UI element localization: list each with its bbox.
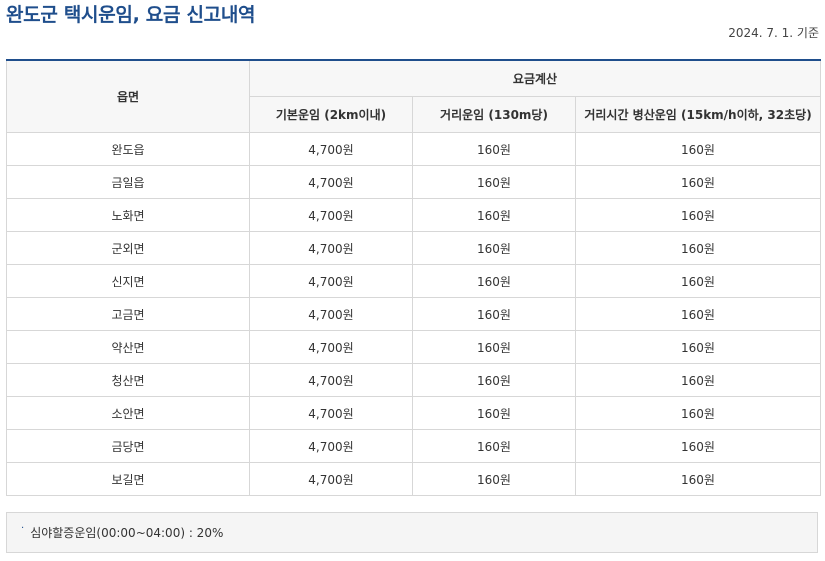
table-row: 고금면 4,700원 160원 160원 bbox=[6, 297, 822, 331]
cell-time-distance-fare: 160원 bbox=[574, 264, 822, 298]
header-distance-fare: 거리운임 (130m당) bbox=[412, 96, 576, 133]
table-row: 금당면 4,700원 160원 160원 bbox=[6, 429, 822, 463]
cell-time-distance-fare: 160원 bbox=[574, 396, 822, 430]
cell-distance-fare: 160원 bbox=[412, 330, 576, 364]
night-surcharge-text: 심야할증운임(00:00~04:00) : 20% bbox=[30, 526, 224, 540]
cell-region: 약산면 bbox=[6, 330, 250, 364]
bullet-icon: · bbox=[21, 523, 25, 534]
cell-distance-fare: 160원 bbox=[412, 396, 576, 430]
cell-base-fare: 4,700원 bbox=[249, 231, 413, 265]
cell-distance-fare: 160원 bbox=[412, 198, 576, 232]
cell-base-fare: 4,700원 bbox=[249, 297, 413, 331]
cell-base-fare: 4,700원 bbox=[249, 429, 413, 463]
cell-region: 완도읍 bbox=[6, 132, 250, 166]
cell-region: 신지면 bbox=[6, 264, 250, 298]
cell-base-fare: 4,700원 bbox=[249, 198, 413, 232]
cell-time-distance-fare: 160원 bbox=[574, 297, 822, 331]
cell-distance-fare: 160원 bbox=[412, 165, 576, 199]
cell-time-distance-fare: 160원 bbox=[574, 165, 822, 199]
table-row: 신지면 4,700원 160원 160원 bbox=[6, 264, 822, 298]
fare-table-header: 읍면 요금계산 기본운임 (2km이내) 거리운임 (130m당) 거리시간 병… bbox=[6, 59, 822, 133]
fare-table-body: 완도읍 4,700원 160원 160원 금일읍 4,700원 160원 160원 노화면 4,7… bbox=[6, 132, 822, 496]
basis-date: 2024. 7. 1. 기준 bbox=[728, 26, 819, 40]
cell-distance-fare: 160원 bbox=[412, 363, 576, 397]
table-row: 군외면 4,700원 160원 160원 bbox=[6, 231, 822, 265]
table-row: 약산면 4,700원 160원 160원 bbox=[6, 330, 822, 364]
cell-distance-fare: 160원 bbox=[412, 231, 576, 265]
cell-base-fare: 4,700원 bbox=[249, 165, 413, 199]
cell-region: 고금면 bbox=[6, 297, 250, 331]
cell-time-distance-fare: 160원 bbox=[574, 462, 822, 496]
night-surcharge-note: · 심야할증운임(00:00~04:00) : 20% bbox=[6, 512, 818, 553]
cell-base-fare: 4,700원 bbox=[249, 396, 413, 430]
header-fare-calculation: 요금계산 bbox=[248, 59, 822, 97]
cell-time-distance-fare: 160원 bbox=[574, 429, 822, 463]
table-row: 노화면 4,700원 160원 160원 bbox=[6, 198, 822, 232]
header-base-fare: 기본운임 (2km이내) bbox=[249, 96, 413, 133]
cell-region: 금당면 bbox=[6, 429, 250, 463]
cell-region: 군외면 bbox=[6, 231, 250, 265]
header-region: 읍면 bbox=[6, 59, 250, 133]
cell-distance-fare: 160원 bbox=[412, 132, 576, 166]
table-row: 청산면 4,700원 160원 160원 bbox=[6, 363, 822, 397]
cell-time-distance-fare: 160원 bbox=[574, 198, 822, 232]
cell-distance-fare: 160원 bbox=[412, 429, 576, 463]
cell-distance-fare: 160원 bbox=[412, 462, 576, 496]
table-row: 금일읍 4,700원 160원 160원 bbox=[6, 165, 822, 199]
header-row-group: 읍면 요금계산 bbox=[6, 59, 822, 133]
table-row: 보길면 4,700원 160원 160원 bbox=[6, 462, 822, 496]
cell-base-fare: 4,700원 bbox=[249, 462, 413, 496]
cell-time-distance-fare: 160원 bbox=[574, 363, 822, 397]
cell-region: 보길면 bbox=[6, 462, 250, 496]
cell-base-fare: 4,700원 bbox=[249, 363, 413, 397]
cell-time-distance-fare: 160원 bbox=[574, 330, 822, 364]
fare-table: 읍면 요금계산 기본운임 (2km이내) 거리운임 (130m당) 거리시간 병… bbox=[6, 59, 822, 496]
cell-region: 노화면 bbox=[6, 198, 250, 232]
cell-time-distance-fare: 160원 bbox=[574, 231, 822, 265]
table-row: 완도읍 4,700원 160원 160원 bbox=[6, 132, 822, 166]
cell-time-distance-fare: 160원 bbox=[574, 132, 822, 166]
cell-base-fare: 4,700원 bbox=[249, 132, 413, 166]
cell-distance-fare: 160원 bbox=[412, 264, 576, 298]
table-row: 소안면 4,700원 160원 160원 bbox=[6, 396, 822, 430]
header-time-distance-fare: 거리시간 병산운임 (15km/h이하, 32초당) bbox=[574, 96, 822, 133]
cell-region: 금일읍 bbox=[6, 165, 250, 199]
cell-region: 소안면 bbox=[6, 396, 250, 430]
cell-region: 청산면 bbox=[6, 363, 250, 397]
page-title: 완도군 택시운임, 요금 신고내역 bbox=[6, 4, 256, 26]
cell-base-fare: 4,700원 bbox=[249, 330, 413, 364]
cell-distance-fare: 160원 bbox=[412, 297, 576, 331]
cell-base-fare: 4,700원 bbox=[249, 264, 413, 298]
